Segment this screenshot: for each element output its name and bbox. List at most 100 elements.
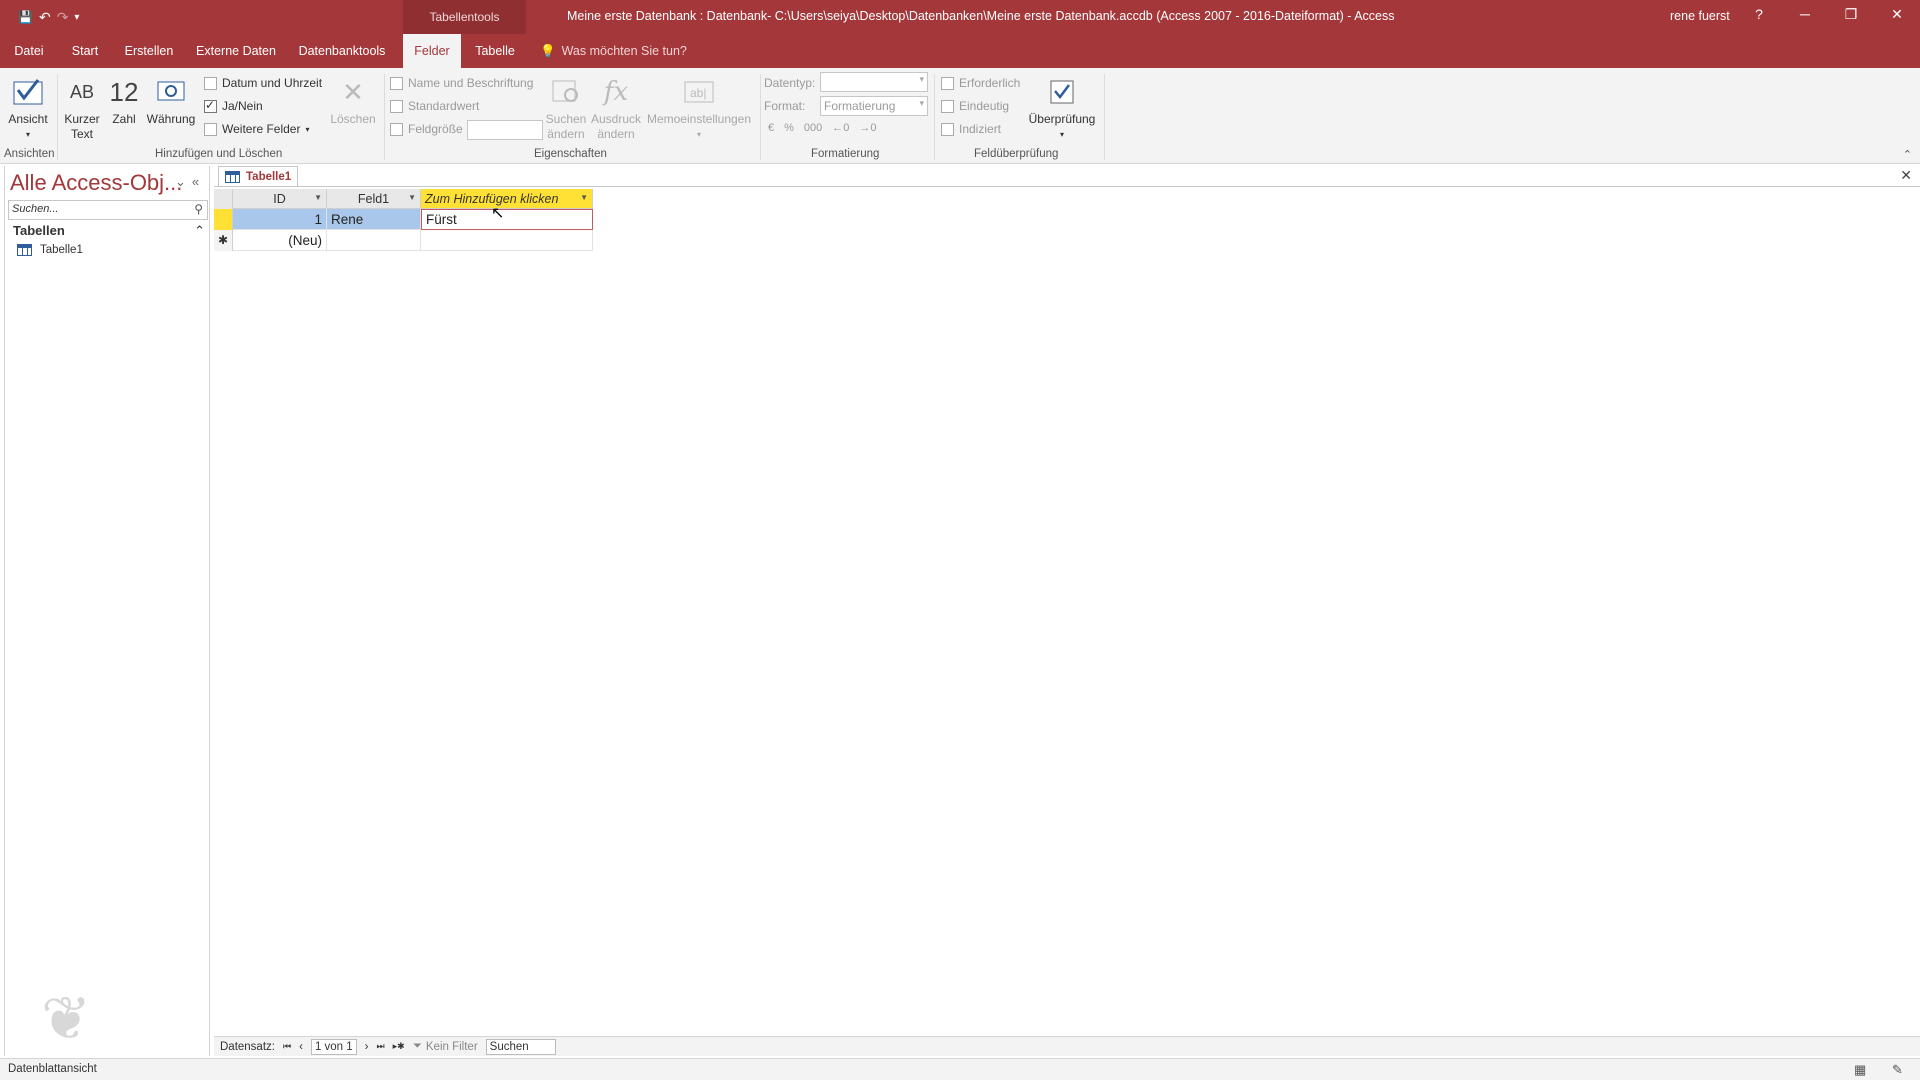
close-button[interactable]: ✕ [1882, 6, 1912, 23]
tell-me-box[interactable]: 💡 Was möchten Sie tun? [540, 44, 687, 59]
new-record-icon[interactable]: ▸✱ [393, 1041, 405, 1052]
decrease-decimals-icon[interactable]: →0 [859, 122, 876, 134]
nav-search-input[interactable]: Suchen... ⚲ [8, 200, 208, 220]
number-button[interactable]: 12 Zahl [106, 72, 142, 127]
group-hinzufuegen: Hinzufügen und Löschen [155, 148, 283, 160]
field-size-input[interactable] [467, 120, 543, 140]
restore-button[interactable]: ❐ [1836, 6, 1866, 23]
select-all-cell[interactable] [214, 189, 233, 209]
data-type-combo[interactable]: ▾ [820, 72, 928, 92]
default-value-icon [390, 99, 403, 113]
yes-no-button[interactable]: Ja/Nein [204, 98, 263, 113]
new-row-selector[interactable]: ✱ [214, 230, 233, 251]
cell-new-field-editing[interactable]: Fürst [421, 209, 593, 230]
nav-menu-icon[interactable]: ⌄ [175, 174, 186, 190]
customize-qat-icon[interactable]: ▾ [74, 12, 79, 23]
checkbox-icon [204, 98, 217, 113]
required-check-box [941, 76, 954, 90]
format-combo[interactable]: Formatierung ▾ [820, 96, 928, 116]
record-navigation-bar: Datensatz: ⏮ ‹ 1 von 1 › ⏭ ▸✱ ⏷ Kein Fil… [214, 1036, 1920, 1056]
first-record-icon[interactable]: ⏮ [283, 1041, 291, 1052]
tab-start[interactable]: Start [62, 34, 108, 68]
prev-record-icon[interactable]: ‹ [299, 1041, 303, 1053]
cell-id[interactable]: 1 [233, 209, 327, 230]
tab-datei[interactable]: Datei [6, 34, 52, 68]
table-icon [225, 170, 240, 183]
indexed-checkbox[interactable]: Indiziert [941, 122, 1001, 136]
tab-erstellen[interactable]: Erstellen [118, 34, 180, 68]
mouse-cursor-icon: ↖ [491, 205, 505, 222]
increase-decimals-icon[interactable]: ←0 [832, 122, 849, 134]
last-record-icon[interactable]: ⏭ [377, 1041, 385, 1052]
undo-icon[interactable]: ↶ [39, 9, 51, 26]
table-tools-label: Tabellentools [403, 0, 526, 34]
short-text-icon: AB [69, 81, 94, 102]
row-selector[interactable] [214, 209, 233, 230]
dropdown-icon[interactable]: ▼ [580, 193, 588, 202]
document-area: Tabelle1 ✕ [214, 166, 1920, 1056]
column-header-add-field[interactable]: Zum Hinzufügen klicken ▼ [421, 189, 593, 209]
name-caption-button[interactable]: Name und Beschriftung [390, 76, 533, 90]
modify-expression-button[interactable]: fx Ausdruck ändern [590, 72, 642, 142]
record-position-input[interactable]: 1 von 1 [310, 1038, 357, 1055]
default-value-button[interactable]: Standardwert [390, 99, 479, 113]
short-text-button[interactable]: AB Kurzer Text [62, 72, 102, 142]
unique-checkbox[interactable]: Eindeutig [941, 99, 1009, 113]
currency-icon [156, 72, 186, 112]
number-format-buttons: € % 000 ←0 →0 [768, 122, 877, 134]
shutter-bar-icon[interactable]: « [192, 174, 199, 190]
view-button[interactable]: Ansicht ▾ [6, 72, 50, 142]
delete-field-button[interactable]: ✕ Löschen [328, 72, 378, 127]
user-name[interactable]: rene fuerst [1670, 9, 1730, 23]
nav-group-tabellen[interactable]: Tabellen ⌃ [13, 223, 205, 239]
nav-item-tabelle1[interactable]: Tabelle1 [17, 244, 83, 256]
tab-externe-daten[interactable]: Externe Daten [192, 34, 280, 68]
ribbon: Ansicht ▾ Ansichten AB Kurzer Text 12 Za… [0, 68, 1920, 164]
memo-settings-button[interactable]: ab| Memoeinstellungen ▾ [646, 72, 752, 142]
cell-feld1-new[interactable] [327, 230, 421, 251]
doc-tab-tabelle1[interactable]: Tabelle1 [218, 166, 298, 186]
help-button[interactable]: ? [1744, 6, 1774, 22]
filter-toggle[interactable]: ⏷ Kein Filter [413, 1040, 478, 1053]
next-record-icon[interactable]: › [365, 1041, 369, 1053]
function-icon: fx [603, 76, 629, 107]
tab-datenbanktools[interactable]: Datenbanktools [292, 34, 392, 68]
column-header-id[interactable]: ID ▼ [233, 189, 327, 209]
design-view-icon[interactable]: ✎ [1892, 1062, 1903, 1078]
cell-new-field-new[interactable] [421, 230, 593, 251]
name-caption-icon [390, 76, 403, 90]
tab-tabelle[interactable]: Tabelle [466, 34, 524, 68]
collapse-group-icon[interactable]: ⌃ [194, 223, 205, 239]
required-checkbox[interactable]: Erforderlich [941, 76, 1020, 90]
dropdown-icon[interactable]: ▼ [408, 193, 416, 202]
validation-button[interactable]: Überprüfung ▾ [1026, 72, 1098, 142]
thousands-icon[interactable]: 000 [804, 122, 822, 134]
close-document-icon[interactable]: ✕ [1900, 167, 1912, 184]
minimize-button[interactable]: ─ [1790, 6, 1820, 22]
datasheet-view-icon[interactable]: ▦ [1854, 1062, 1866, 1078]
column-header-feld1[interactable]: Feld1 ▼ [327, 189, 421, 209]
record-label: Datensatz: [220, 1040, 275, 1053]
more-fields-button[interactable]: Weitere Felder ▾ [204, 122, 310, 136]
view-icon [12, 72, 44, 112]
number-icon: 12 [109, 76, 139, 107]
field-size-icon [390, 122, 403, 136]
window-title: Meine erste Datenbank : Datenbank- C:\Us… [567, 9, 1395, 23]
save-icon[interactable]: 💾 [18, 10, 33, 24]
redo-icon[interactable]: ↷ [57, 9, 69, 26]
currency-format-icon[interactable]: € [768, 122, 774, 134]
tab-felder[interactable]: Felder [403, 34, 461, 68]
dropdown-icon[interactable]: ▼ [314, 193, 322, 202]
cell-id-new[interactable]: (Neu) [233, 230, 327, 251]
percent-icon[interactable]: % [784, 122, 794, 134]
collapse-ribbon-icon[interactable]: ⌃ [1903, 148, 1912, 161]
lightbulb-icon: 💡 [540, 44, 556, 58]
data-type-label: Datentyp: [764, 76, 816, 90]
cell-feld1[interactable]: Rene [327, 209, 421, 230]
modify-lookups-button[interactable]: Suchen ändern [544, 72, 588, 142]
nav-pane-title[interactable]: Alle Access-Obj... [10, 170, 182, 196]
date-time-button[interactable]: Datum und Uhrzeit [204, 76, 322, 90]
search-icon[interactable]: ⚲ [194, 202, 203, 216]
record-search-input[interactable]: Suchen [485, 1038, 556, 1055]
currency-button[interactable]: Währung [146, 72, 196, 127]
